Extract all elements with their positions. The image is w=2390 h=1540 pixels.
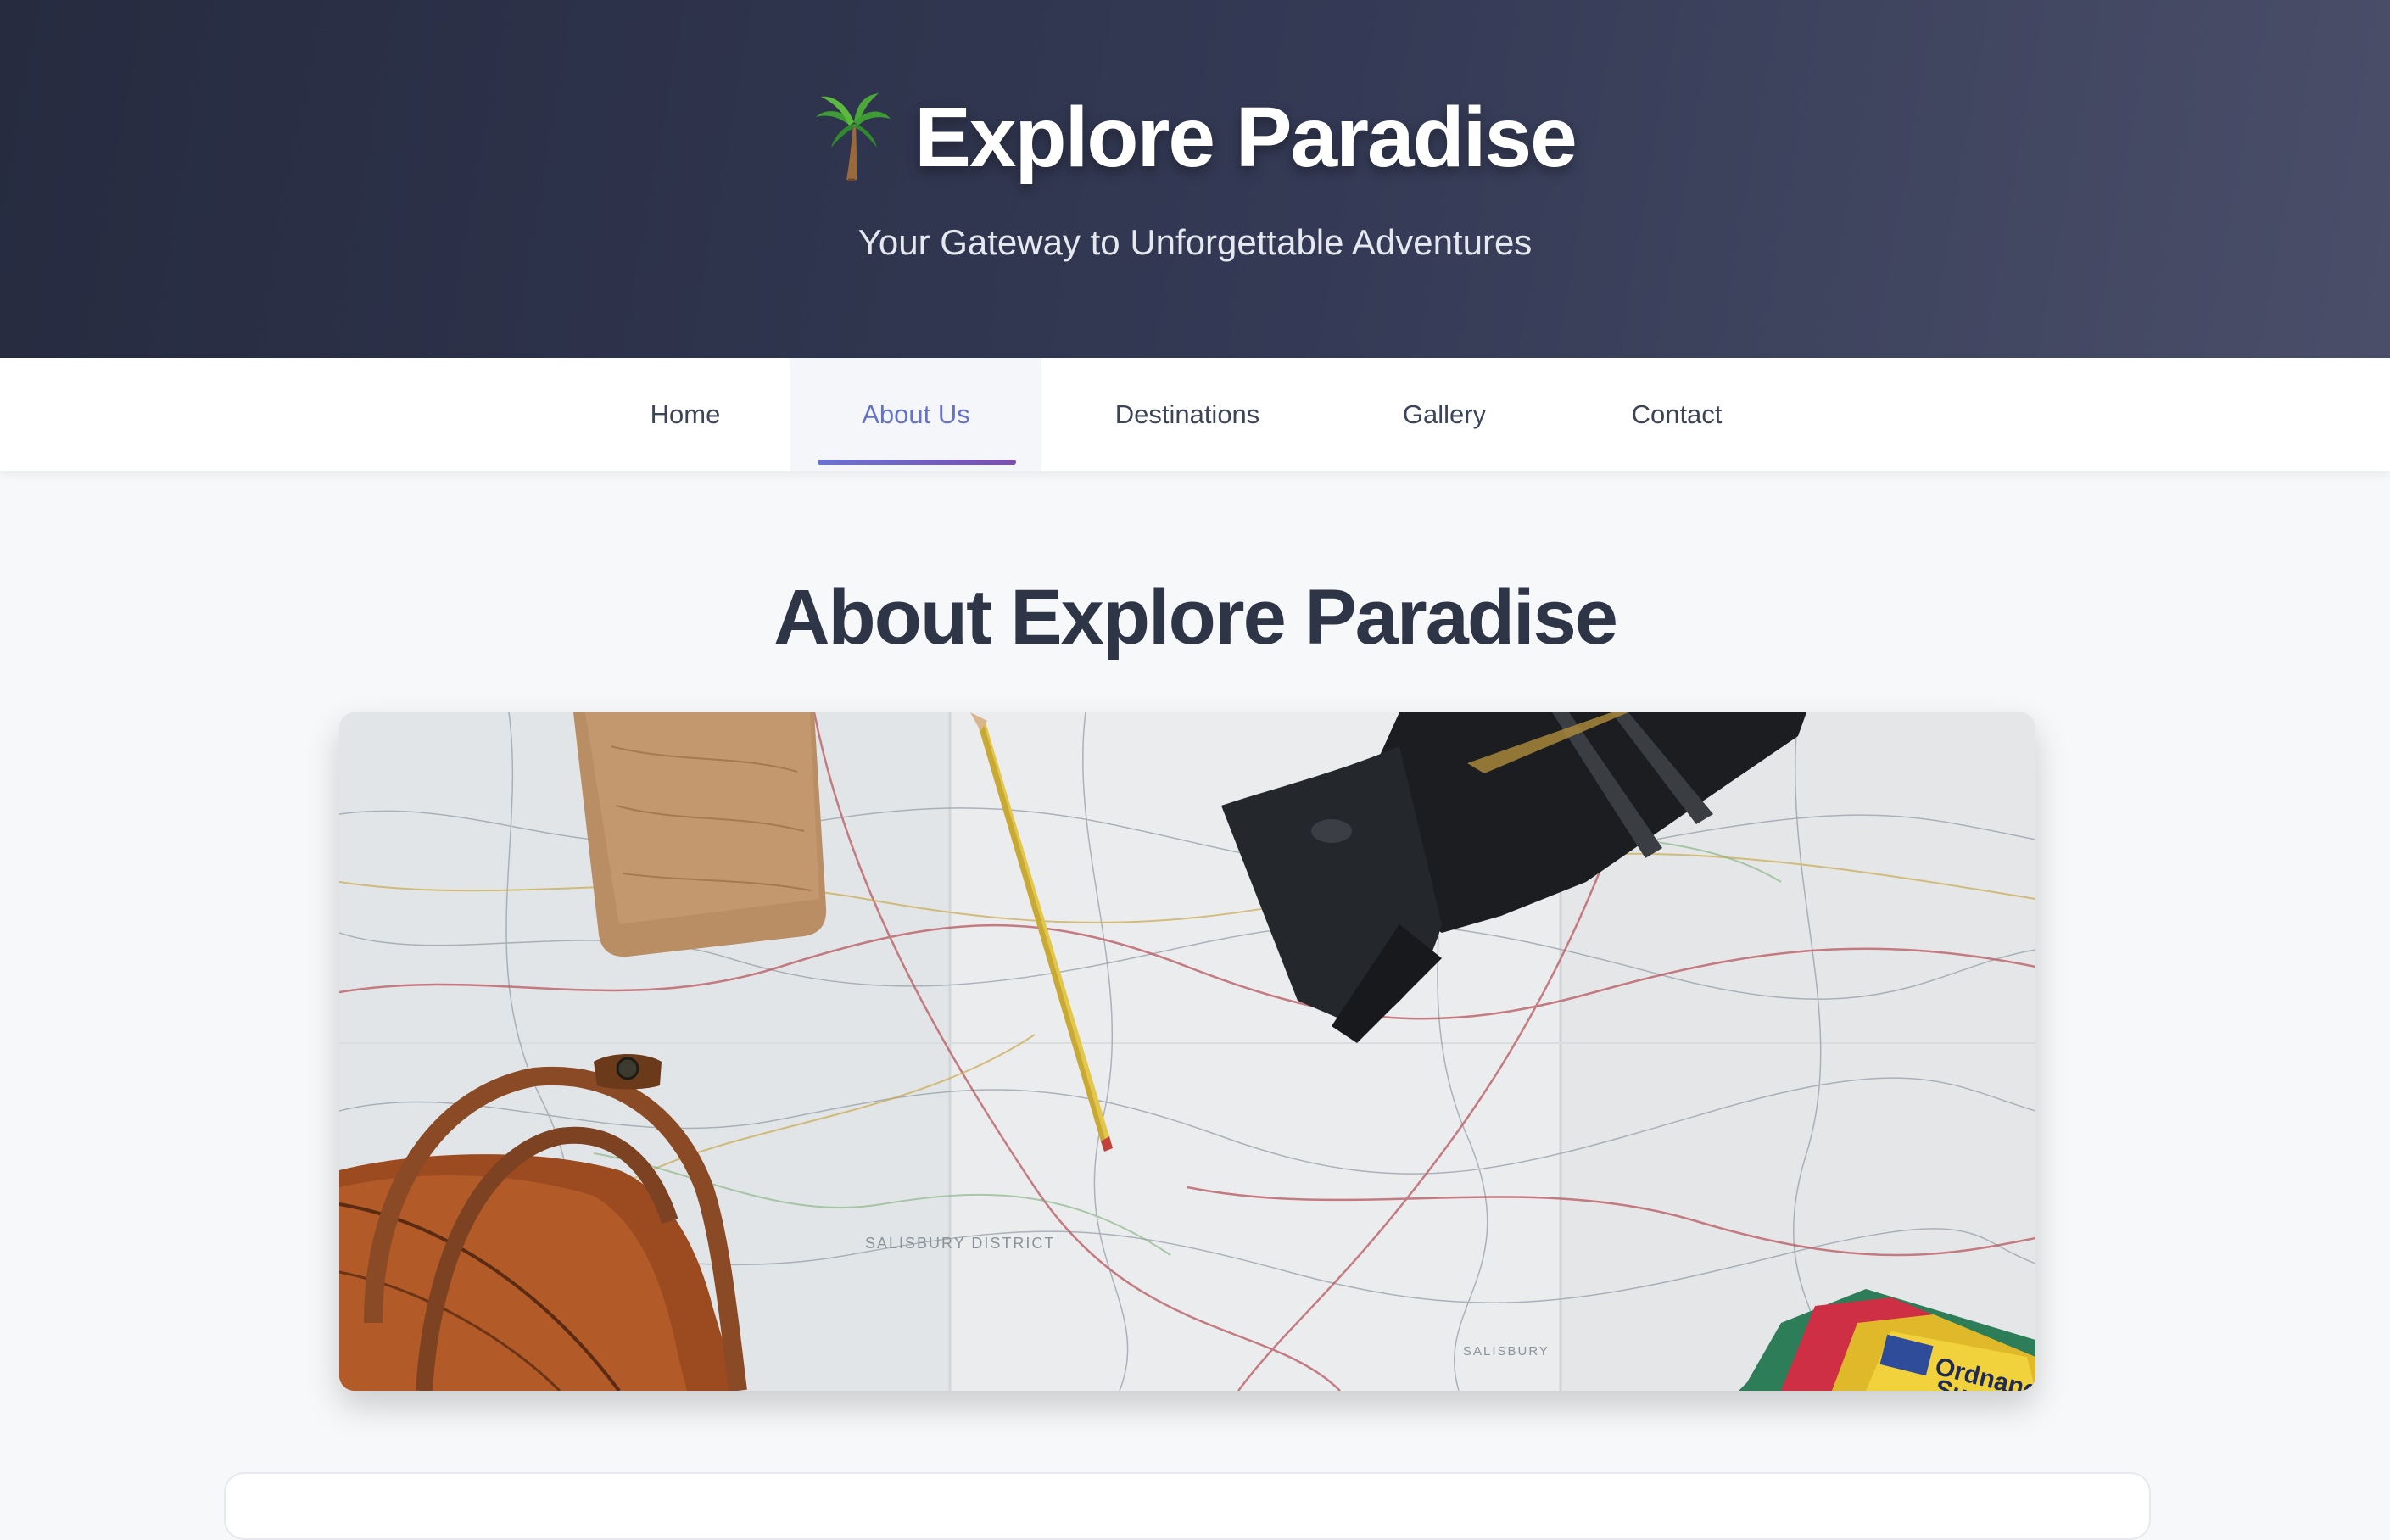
travel-flatlay-illustration: SALISBURY DISTRICT SALISBURY Ordnance [339, 712, 2035, 1391]
about-heading: About Explore Paradise [773, 574, 1618, 661]
about-content-card [224, 1472, 2151, 1540]
map-label-district: SALISBURY DISTRICT [865, 1235, 1055, 1252]
site-title-text: Explore Paradise [914, 89, 1578, 185]
hero-header: Explore Paradise Your Gateway to Unforge… [0, 0, 2390, 358]
site-tagline: Your Gateway to Unforgettable Adventures [857, 222, 1533, 262]
nav-contact-label: Contact [1631, 399, 1723, 429]
nav-home-label: Home [650, 399, 721, 429]
nav-gallery[interactable]: Gallery [1333, 358, 1555, 471]
nav-home[interactable]: Home [621, 358, 750, 471]
nav-about-us[interactable]: About Us [790, 358, 1041, 471]
travel-flatlay-image: SALISBURY DISTRICT SALISBURY Ordnance [339, 712, 2035, 1391]
map-label-town: SALISBURY [1463, 1344, 1550, 1359]
nav-destinations[interactable]: Destinations [1082, 358, 1293, 471]
nav-contact[interactable]: Contact [1596, 358, 1757, 471]
active-tab-indicator [818, 460, 1016, 465]
nav-destinations-label: Destinations [1114, 399, 1260, 429]
notebook-item [573, 712, 827, 957]
site-title: Explore Paradise [0, 85, 2390, 190]
main-nav: Home About Us Destinations Gallery Conta… [0, 358, 2390, 471]
nav-gallery-label: Gallery [1402, 399, 1487, 429]
nav-about-us-label: About Us [862, 399, 970, 429]
palm-tree-icon [816, 93, 891, 181]
